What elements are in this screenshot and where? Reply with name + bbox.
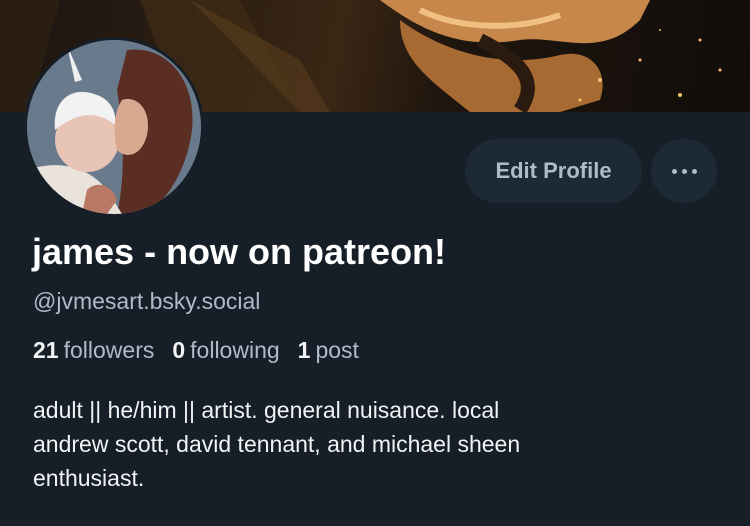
handle: @jvmesart.bsky.social	[33, 288, 261, 314]
more-options-button[interactable]	[651, 139, 717, 203]
ellipsis-icon	[671, 168, 697, 174]
bio-line: andrew scott, david tennant, and michael…	[33, 431, 521, 457]
profile-stats: 21 followers 0 following 1 post	[33, 337, 359, 364]
followers-count: 21	[33, 337, 59, 363]
following-count: 0	[172, 337, 186, 363]
posts-stat: 1 post	[298, 337, 359, 364]
bio-line: enthusiast.	[33, 465, 145, 491]
followers-link[interactable]: 21 followers	[33, 337, 154, 364]
bio-line: adult || he/him || artist. general nuisa…	[33, 397, 500, 423]
posts-count: 1	[297, 337, 311, 363]
followers-label: followers	[63, 337, 155, 363]
edit-profile-button[interactable]: Edit Profile	[465, 139, 642, 203]
display-name: james - now on patreon!	[32, 231, 447, 272]
avatar[interactable]	[24, 37, 204, 217]
following-label: following	[190, 337, 280, 363]
avatar-artwork	[27, 40, 201, 214]
following-link[interactable]: 0 following	[172, 337, 279, 364]
profile-bio: adult || he/him || artist. general nuisa…	[33, 393, 733, 495]
posts-label: post	[315, 337, 359, 363]
